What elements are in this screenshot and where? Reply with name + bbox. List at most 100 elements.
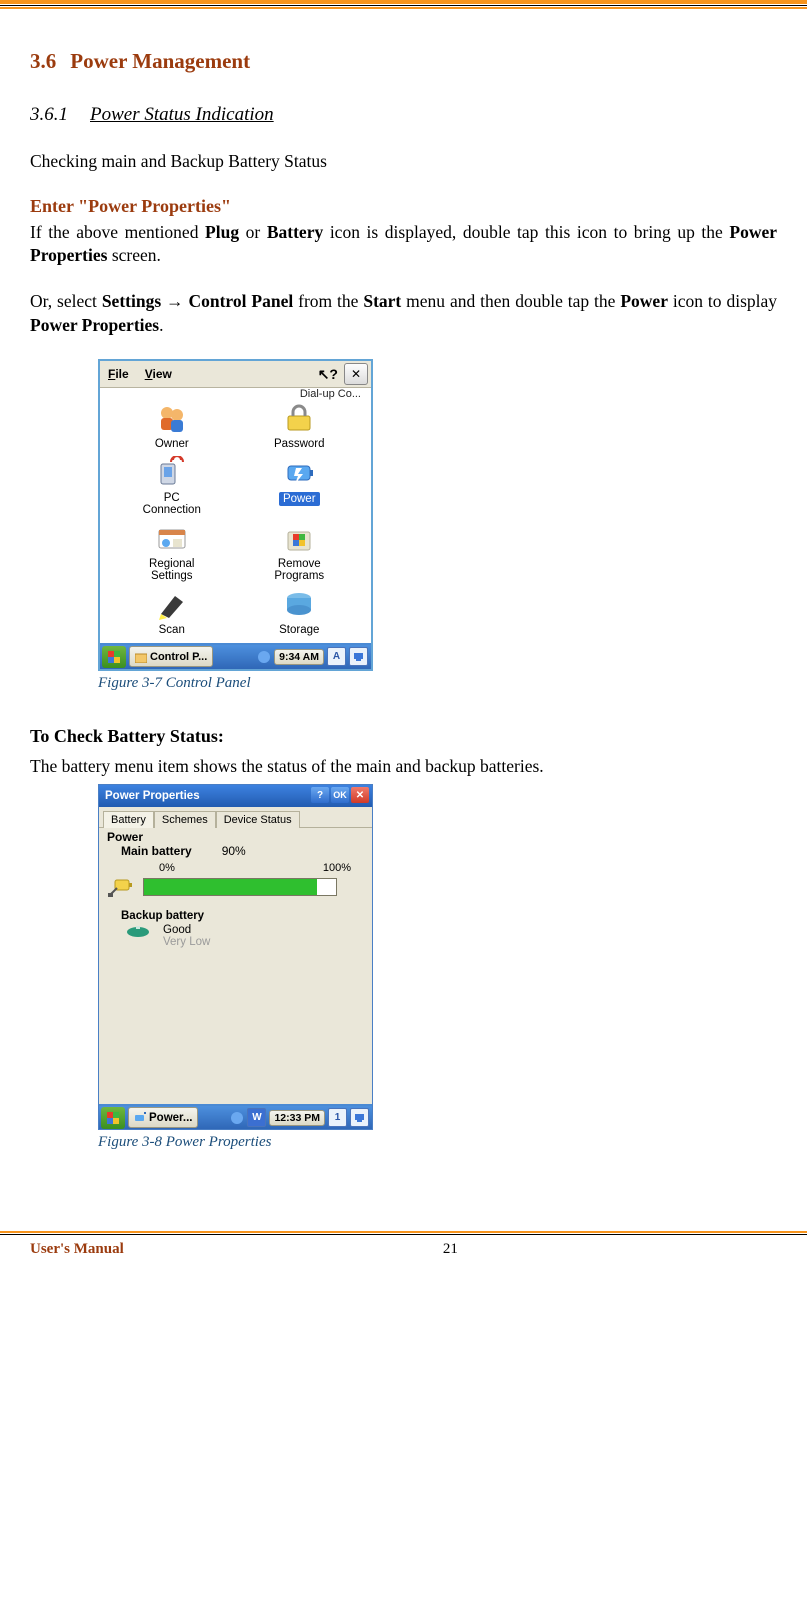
password-icon (282, 402, 316, 436)
text-start: Start (363, 291, 401, 311)
taskbar-app-label: Power... (149, 1112, 192, 1124)
clock[interactable]: 12:33 PM (269, 1110, 325, 1126)
windows-flag-icon (108, 651, 120, 663)
text-control-panel: Control Panel (188, 291, 293, 311)
system-tray: 9:34 AM A (257, 647, 371, 666)
subsection-number: 3.6.1 (30, 104, 68, 125)
item-label: PC Connection (143, 492, 201, 516)
control-panel-screenshot: File View ↖? ✕ Dial-up Co... Owner (98, 359, 373, 670)
word-icon[interactable]: W (247, 1108, 266, 1127)
start-button[interactable] (102, 646, 126, 668)
desktop-icon[interactable] (349, 647, 368, 666)
start-button[interactable] (101, 1107, 125, 1129)
menubar: File View ↖? ✕ (100, 361, 371, 388)
power-icon (282, 456, 316, 490)
item-label: Remove Programs (274, 558, 324, 582)
top-rule (0, 0, 807, 4)
section-number: 3.6 (30, 49, 56, 73)
text-settings: Settings (102, 291, 161, 311)
figure-caption: Figure 3-8 Power Properties (98, 1134, 777, 1151)
page-body: 3.6 Power Management 3.6.1 Power Status In… (0, 9, 807, 1151)
text: If the above mentioned (30, 222, 205, 242)
tab-body: Power Main battery 90% 0% 100% (99, 828, 372, 1104)
folder-icon (135, 651, 147, 663)
icon-grid: Owner Password PC Connection (100, 400, 371, 642)
taskbar-app-button[interactable]: Power... (128, 1107, 198, 1128)
item-storage[interactable]: Storage (236, 588, 364, 636)
subsection-title: Power Status Indication (90, 104, 274, 125)
text-power-properties: Power Properties (30, 315, 159, 335)
text: from the (293, 291, 363, 311)
storage-icon (282, 588, 316, 622)
backup-very-low: Very Low (163, 936, 210, 948)
window-titlebar: Power Properties ? OK ✕ (99, 785, 372, 807)
network-icon[interactable] (230, 1111, 244, 1125)
clock[interactable]: 9:34 AM (274, 649, 324, 665)
figure-2: Power Properties ? OK ✕ Battery Schemes … (98, 784, 777, 1151)
windows-flag-icon (107, 1112, 119, 1124)
scale-max: 100% (323, 862, 351, 874)
backup-battery-label: Backup battery (121, 910, 364, 922)
tab-schemes[interactable]: Schemes (154, 811, 216, 828)
top-rule (0, 5, 807, 6)
taskbar-app-button[interactable]: Control P... (129, 646, 213, 667)
item-remove-programs[interactable]: Remove Programs (236, 522, 364, 582)
taskbar: Control P... 9:34 AM A (100, 643, 371, 669)
taskbar-app-label: Control P... (150, 651, 207, 663)
item-label: Power (279, 492, 320, 506)
owner-icon (155, 402, 189, 436)
tab-device-status[interactable]: Device Status (216, 811, 300, 828)
text: Or, select (30, 291, 102, 311)
menu-file[interactable]: File (100, 363, 137, 385)
item-pc-connection[interactable]: PC Connection (108, 456, 236, 516)
item-label: Storage (279, 624, 319, 636)
paragraph-2: Or, select Settings → Control Panel from… (30, 290, 777, 337)
group-title: Power (107, 830, 364, 844)
arrow: → (161, 291, 188, 311)
menu-view[interactable]: View (137, 363, 180, 385)
window-title: Power Properties (105, 790, 200, 802)
input-indicator[interactable]: 1 (328, 1108, 347, 1127)
item-owner[interactable]: Owner (108, 402, 236, 450)
scale-min: 0% (159, 862, 175, 874)
item-regional-settings[interactable]: Regional Settings (108, 522, 236, 582)
tab-battery[interactable]: Battery (103, 811, 154, 828)
close-button[interactable]: ✕ (344, 363, 368, 385)
item-scan[interactable]: Scan (108, 588, 236, 636)
backup-good: Good (163, 924, 210, 936)
paragraph: The battery menu item shows the status o… (30, 755, 777, 779)
close-button[interactable]: ✕ (351, 787, 369, 803)
main-battery-progress (143, 878, 337, 896)
text: screen. (107, 245, 160, 265)
help-button[interactable]: ? (311, 787, 329, 803)
text: . (159, 315, 163, 335)
step-title: Enter "Power Properties" (30, 196, 777, 217)
backup-battery-icon (125, 924, 151, 940)
item-password[interactable]: Password (236, 402, 364, 450)
subheading: To Check Battery Status: (30, 726, 777, 747)
figure-1: File View ↖? ✕ Dial-up Co... Owner (98, 359, 777, 691)
desktop-icon[interactable] (350, 1108, 369, 1127)
item-power[interactable]: Power (236, 456, 364, 516)
taskbar: Power... W 12:33 PM 1 (99, 1104, 372, 1129)
text-battery: Battery (267, 222, 323, 242)
input-indicator[interactable]: A (327, 647, 346, 666)
main-battery-percent: 90% (222, 844, 246, 858)
help-icon[interactable]: ↖? (318, 366, 344, 383)
page-number: 21 (443, 1241, 458, 1258)
main-battery-label: Main battery (121, 844, 192, 858)
backup-status: Good Very Low (163, 924, 210, 948)
pc-connection-icon (155, 456, 189, 490)
footer-title: User's Manual (30, 1241, 124, 1258)
network-icon[interactable] (257, 650, 271, 664)
text: icon is displayed, double tap this icon … (323, 222, 729, 242)
ok-button[interactable]: OK (331, 787, 349, 803)
tab-strip: Battery Schemes Device Status (99, 807, 372, 828)
text-plug: Plug (205, 222, 239, 242)
scan-icon (155, 588, 189, 622)
power-icon (134, 1112, 146, 1124)
intro-para: Checking main and Backup Battery Status (30, 150, 777, 174)
footer-rule (0, 1231, 807, 1233)
section-title: Power Management (70, 49, 250, 73)
scale-labels: 0% 100% (159, 862, 351, 874)
